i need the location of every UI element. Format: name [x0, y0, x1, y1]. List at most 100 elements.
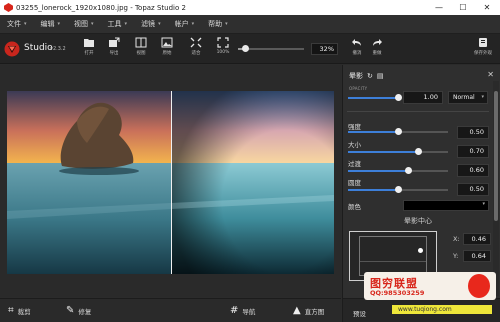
zoom-slider-thumb[interactable] [241, 45, 249, 52]
close-button[interactable]: ✕ [476, 0, 498, 15]
crop-label: 裁剪 [17, 307, 31, 316]
maximize-button[interactable]: ☐ [452, 0, 474, 15]
compare-split-line[interactable] [171, 91, 172, 274]
close-panel-icon[interactable]: ✕ [487, 70, 494, 79]
opacity-slider-thumb[interactable] [395, 94, 402, 101]
size-value[interactable]: 0.70 [457, 145, 489, 158]
crop-button[interactable]: ⌗ 裁剪 [8, 305, 31, 316]
vignette-center-handle[interactable] [417, 247, 423, 253]
export-icon [109, 37, 120, 47]
original-label: 原始 [162, 51, 172, 56]
panel-scrollbar[interactable] [493, 81, 499, 296]
opacity-slider-fill [348, 97, 398, 99]
menu-account-label: 帐户 [174, 20, 189, 28]
center-pad-line [360, 261, 426, 262]
strength-value[interactable]: 0.50 [457, 126, 489, 139]
center-x-value[interactable]: 0.46 [463, 233, 491, 245]
menu-tools[interactable]: 工具 ▾ [101, 15, 135, 34]
roundness-slider-thumb[interactable] [395, 186, 402, 193]
zoom-value[interactable]: 32% [311, 43, 338, 55]
export-label: 导出 [109, 51, 119, 56]
fullsize-icon [217, 37, 229, 48]
opacity-value[interactable]: 1.00 [403, 91, 443, 104]
folder-icon [84, 39, 94, 47]
studio-version: v2.3.2 [50, 46, 66, 52]
size-slider[interactable] [348, 148, 448, 155]
menu-help[interactable]: 帮助 ▾ [201, 15, 235, 34]
transition-slider[interactable] [348, 167, 448, 174]
center-x-label: X: [453, 235, 460, 243]
menu-tools-label: 工具 [107, 20, 122, 28]
menu-file[interactable]: 文件 ▾ [0, 15, 34, 34]
flame-logo-icon [468, 274, 490, 298]
fit-icon [190, 37, 202, 48]
menu-account[interactable]: 帐户 ▾ [168, 15, 202, 34]
histogram-button[interactable]: ▲ 直方图 [293, 305, 324, 316]
bandage-icon: ✎ [66, 305, 75, 316]
navigator-label: 导航 [242, 307, 256, 316]
redo-label: 重做 [372, 51, 382, 56]
reset-icon[interactable]: ↻ [367, 72, 373, 80]
color-picker[interactable]: ▾ [403, 200, 489, 211]
studio-name: Studio [24, 43, 53, 53]
export-button[interactable]: 导出 [101, 37, 127, 61]
watermark-url: www.tuqiong.com [392, 305, 492, 314]
divider [347, 111, 489, 112]
original-button[interactable]: 原始 [154, 37, 180, 61]
repair-button[interactable]: ✎ 修复 [66, 305, 91, 316]
menu-view-label: 视图 [74, 20, 89, 28]
redo-button[interactable]: 重做 [364, 37, 390, 61]
menu-edit-label: 编辑 [40, 20, 55, 28]
save-look-label: 保存外观 [474, 51, 492, 56]
transition-slider-thumb[interactable] [405, 167, 412, 174]
chevron-down-icon: ▾ [124, 21, 128, 27]
blend-mode-value: Normal [453, 94, 475, 101]
crop-icon: ⌗ [8, 305, 14, 316]
view-button[interactable]: 视图 [128, 37, 154, 61]
menu-file-label: 文件 [7, 20, 21, 28]
strength-label: 强度 [348, 123, 361, 131]
chevron-down-icon: ▾ [225, 21, 228, 27]
transition-value[interactable]: 0.60 [457, 164, 489, 177]
center-pad-frame [359, 236, 427, 276]
opacity-slider[interactable] [348, 94, 402, 101]
save-look-icon [479, 38, 487, 47]
transition-label: 过渡 [348, 160, 361, 168]
roundness-value[interactable]: 0.50 [457, 183, 489, 196]
menu-help-label: 帮助 [208, 20, 223, 28]
panel-title: 晕影 [349, 72, 363, 80]
chevron-down-icon: ▾ [482, 201, 485, 207]
save-preset-icon[interactable]: ▤ [377, 72, 384, 80]
size-slider-thumb[interactable] [415, 148, 422, 155]
center-y-label: Y: [453, 252, 459, 260]
fullsize-button[interactable]: 100% [210, 37, 236, 61]
roundness-label: 圆度 [348, 179, 361, 187]
panel-scrollbar-thumb[interactable] [494, 91, 498, 221]
view-label: 视图 [136, 51, 146, 56]
menu-filters[interactable]: 滤镜 ▾ [134, 15, 168, 34]
undo-label: 撤消 [352, 51, 362, 56]
navigator-button[interactable]: # 导航 [230, 305, 255, 316]
save-look-button[interactable]: 保存外观 [470, 37, 496, 61]
strength-slider-fill [348, 131, 398, 133]
menu-view[interactable]: 视图 ▾ [67, 15, 101, 34]
fit-label: 适合 [191, 51, 201, 56]
center-y-value[interactable]: 0.64 [463, 250, 491, 262]
title-bar: 03255_lonerock_1920x1080.jpg - Topaz Stu… [0, 0, 500, 15]
watermark: 图穷联盟 QQ:985303259 www.tuqiong.com [364, 272, 496, 318]
watermark-qq: QQ:985303259 [370, 289, 425, 297]
strength-slider[interactable] [348, 128, 448, 135]
roundness-slider[interactable] [348, 186, 448, 193]
roundness-slider-fill [348, 189, 398, 191]
fit-button[interactable]: 适合 [183, 37, 209, 61]
menu-edit[interactable]: 编辑 ▾ [34, 15, 68, 34]
strength-slider-thumb[interactable] [395, 128, 402, 135]
blend-mode-select[interactable]: Normal ▾ [448, 91, 488, 104]
minimize-button[interactable]: — [428, 0, 450, 15]
zoom-slider[interactable] [238, 45, 304, 52]
size-slider-fill [348, 151, 418, 153]
chevron-down-icon: ▾ [57, 21, 61, 27]
chevron-down-icon: ▾ [481, 94, 484, 100]
chevron-down-icon: ▾ [91, 21, 94, 27]
open-button[interactable]: 打开 [76, 37, 102, 61]
